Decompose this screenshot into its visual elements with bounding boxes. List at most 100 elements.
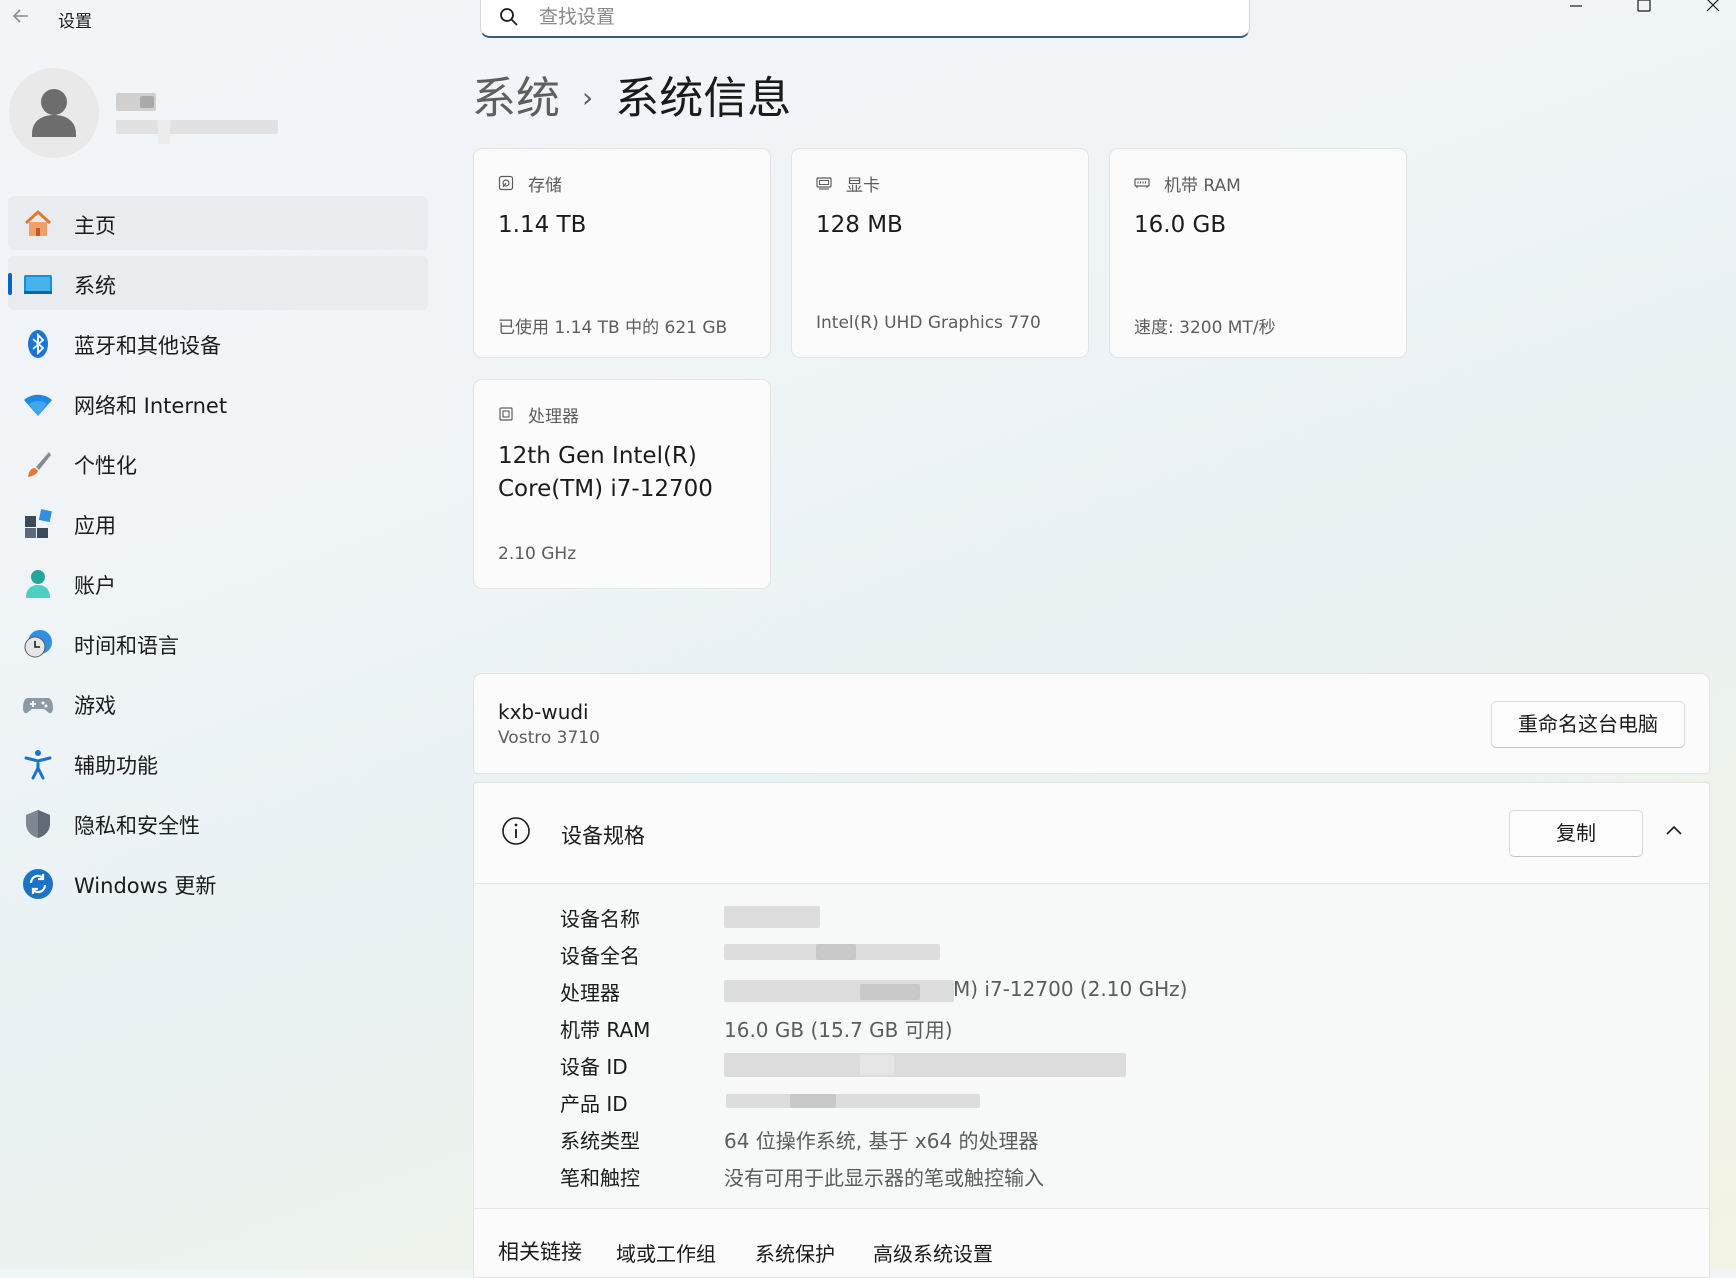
storage-card[interactable]: 存储 1.14 TB 已使用 1.14 TB 中的 621 GB bbox=[473, 148, 771, 358]
card-value: 128 MB bbox=[816, 212, 903, 238]
close-button[interactable] bbox=[1693, 0, 1733, 16]
sidebar-item-bluetooth[interactable]: 蓝牙和其他设备 bbox=[8, 316, 428, 370]
selection-indicator bbox=[8, 273, 12, 295]
processor-card[interactable]: 处理器 12th Gen Intel(R) Core(TM) i7-12700 … bbox=[473, 379, 771, 589]
update-icon bbox=[23, 869, 53, 899]
breadcrumb-parent[interactable]: 系统 bbox=[472, 73, 560, 124]
sidebar-item-label: 系统 bbox=[74, 274, 116, 298]
close-icon bbox=[1706, 0, 1720, 12]
card-title: 存储 bbox=[528, 176, 562, 196]
card-title: 机带 RAM bbox=[1164, 176, 1241, 196]
card-subtitle: 2.10 GHz bbox=[498, 544, 577, 564]
card-value: 12th Gen Intel(R) Core(TM) i7-12700 bbox=[498, 443, 713, 502]
device-specs-body bbox=[473, 883, 1710, 1209]
spec-value: 16.0 GB (15.7 GB 可用) bbox=[724, 1018, 953, 1042]
chevron-right-icon: › bbox=[582, 81, 594, 114]
rename-pc-button[interactable]: 重命名这台电脑 bbox=[1491, 701, 1685, 748]
sidebar-item-accounts[interactable]: 账户 bbox=[8, 556, 428, 610]
card-subtitle: 已使用 1.14 TB 中的 621 GB bbox=[498, 318, 728, 338]
breadcrumb: 系统 › 系统信息 bbox=[472, 62, 791, 126]
sidebar-item-label: 隐私和安全性 bbox=[74, 814, 200, 838]
sidebar-item-label: 蓝牙和其他设备 bbox=[74, 334, 221, 358]
apps-icon bbox=[25, 509, 52, 538]
accessibility-icon bbox=[24, 750, 52, 780]
minimize-button[interactable] bbox=[1556, 0, 1596, 16]
sidebar-item-apps[interactable]: 应用 bbox=[8, 496, 428, 550]
spec-value: 没有可用于此显示器的笔或触控输入 bbox=[724, 1166, 1044, 1190]
sidebar-item-label: 游戏 bbox=[74, 694, 116, 718]
sidebar-item-label: 时间和语言 bbox=[74, 634, 179, 658]
sidebar-item-windows-update[interactable]: Windows 更新 bbox=[8, 856, 428, 910]
spec-label: 系统类型 bbox=[560, 1129, 640, 1153]
time-language-icon bbox=[24, 630, 52, 658]
device-model: Vostro 3710 bbox=[498, 728, 600, 748]
page-title: 系统信息 bbox=[615, 73, 792, 124]
spec-label: 笔和触控 bbox=[560, 1166, 640, 1190]
copy-button[interactable]: 复制 bbox=[1509, 810, 1643, 857]
account-icon bbox=[26, 570, 50, 598]
card-title: 显卡 bbox=[846, 176, 880, 196]
shield-icon bbox=[26, 810, 50, 838]
spec-label: 产品 ID bbox=[560, 1092, 628, 1116]
device-name: kxb-wudi bbox=[498, 700, 589, 724]
sidebar-item-accessibility[interactable]: 辅助功能 bbox=[8, 736, 428, 790]
storage-icon bbox=[498, 175, 514, 191]
search-icon bbox=[500, 8, 518, 26]
card-title: 处理器 bbox=[528, 407, 579, 427]
sidebar-item-privacy[interactable]: 隐私和安全性 bbox=[8, 796, 428, 850]
sidebar-item-system[interactable]: 系统 bbox=[8, 256, 428, 310]
sidebar-item-gaming[interactable]: 游戏 bbox=[8, 676, 428, 730]
sidebar-nav: 主页 系统 蓝牙和其他设备 网络和 Internet 个性化 应用 账户 时间和… bbox=[8, 196, 428, 916]
info-icon bbox=[502, 817, 530, 845]
arrow-left-icon bbox=[12, 9, 28, 23]
sidebar-item-time-language[interactable]: 时间和语言 bbox=[8, 616, 428, 670]
card-value: 16.0 GB bbox=[1134, 212, 1227, 238]
gamepad-icon bbox=[23, 698, 53, 714]
search-box[interactable] bbox=[480, 0, 1250, 38]
maximize-button[interactable] bbox=[1624, 0, 1664, 16]
domain-workgroup-link[interactable]: 域或工作组 bbox=[616, 1238, 716, 1267]
spec-label: 设备 ID bbox=[560, 1055, 628, 1079]
sidebar-item-label: 账户 bbox=[74, 574, 116, 598]
sidebar-item-label: 辅助功能 bbox=[74, 754, 158, 778]
title-bar: 设置 bbox=[0, 0, 1736, 40]
related-links-title: 相关链接 bbox=[498, 1240, 582, 1264]
device-specs-header[interactable]: 设备规格 复制 bbox=[473, 782, 1710, 884]
system-protection-link[interactable]: 系统保护 bbox=[755, 1238, 835, 1267]
app-title: 设置 bbox=[58, 12, 92, 32]
spec-label: 设备全名 bbox=[560, 944, 640, 968]
chevron-up-icon[interactable] bbox=[1664, 821, 1684, 841]
advanced-system-settings-link[interactable]: 高级系统设置 bbox=[873, 1238, 993, 1267]
spec-value: M) i7-12700 (2.10 GHz) bbox=[953, 977, 1188, 1001]
home-icon bbox=[24, 210, 52, 236]
sidebar-item-label: Windows 更新 bbox=[74, 874, 217, 898]
processor-icon bbox=[499, 407, 513, 421]
person-icon bbox=[32, 89, 76, 137]
spec-label: 设备名称 bbox=[560, 907, 640, 931]
card-subtitle: Intel(R) UHD Graphics 770 bbox=[816, 313, 1041, 333]
sidebar-item-network[interactable]: 网络和 Internet bbox=[8, 376, 428, 430]
spec-label: 机带 RAM bbox=[560, 1018, 651, 1042]
display-adapter-icon bbox=[816, 177, 832, 190]
bluetooth-icon bbox=[28, 330, 48, 358]
sidebar-item-label: 个性化 bbox=[74, 454, 137, 478]
sidebar-item-personalization[interactable]: 个性化 bbox=[8, 436, 428, 490]
sidebar-item-label: 主页 bbox=[74, 214, 116, 238]
spec-label: 处理器 bbox=[560, 981, 620, 1005]
card-subtitle: 速度: 3200 MT/秒 bbox=[1134, 318, 1276, 338]
ram-card[interactable]: 机带 RAM 16.0 GB 速度: 3200 MT/秒 bbox=[1109, 148, 1407, 358]
gpu-card[interactable]: 显卡 128 MB Intel(R) UHD Graphics 770 bbox=[791, 148, 1089, 358]
specs-title: 设备规格 bbox=[561, 824, 645, 848]
spec-value: 64 位操作系统, 基于 x64 的处理器 bbox=[724, 1129, 1039, 1153]
wifi-icon bbox=[24, 394, 52, 416]
card-value: 1.14 TB bbox=[498, 212, 587, 238]
search-input[interactable] bbox=[537, 3, 1141, 31]
sidebar-item-label: 应用 bbox=[74, 514, 116, 538]
memory-icon bbox=[1134, 178, 1150, 188]
avatar[interactable] bbox=[9, 68, 99, 158]
minimize-icon bbox=[1570, 5, 1582, 7]
maximize-icon bbox=[1637, 0, 1651, 12]
brush-icon bbox=[28, 452, 51, 477]
sidebar-item-home[interactable]: 主页 bbox=[8, 196, 428, 250]
back-button[interactable] bbox=[8, 6, 34, 32]
